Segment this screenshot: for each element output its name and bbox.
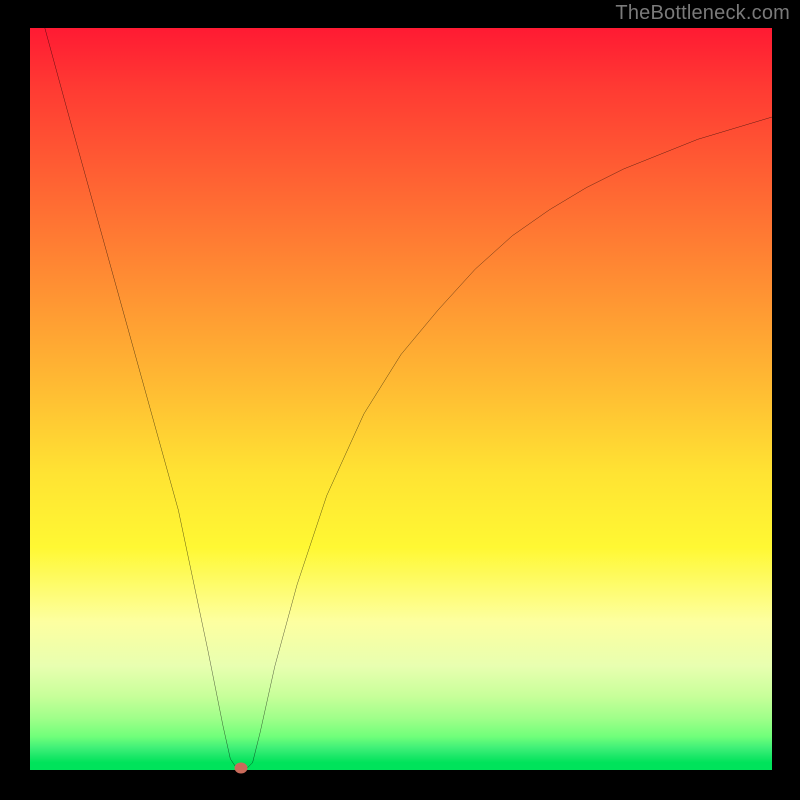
minimum-point-marker: [235, 763, 248, 774]
bottleneck-curve-path: [45, 28, 772, 770]
watermark-label: TheBottleneck.com: [615, 2, 790, 25]
bottleneck-curve-svg: [30, 28, 772, 770]
chart-frame: TheBottleneck.com: [0, 0, 800, 800]
